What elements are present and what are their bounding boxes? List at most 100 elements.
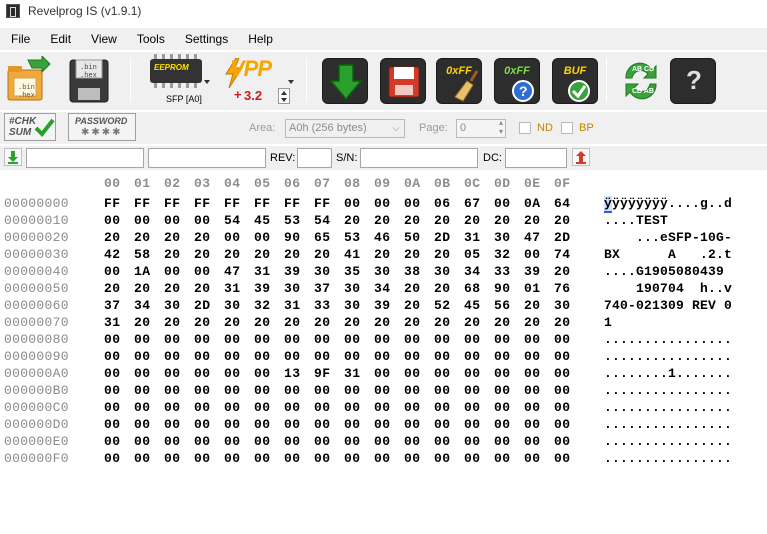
hex-byte[interactable]: 00 [164,451,181,466]
password-button[interactable]: PASSWORD ✱✱✱✱ [68,113,136,141]
hex-byte[interactable]: 9F [314,366,331,381]
hex-byte[interactable]: 20 [374,213,391,228]
hex-editor[interactable]: 00 01 02 03 04 05 06 07 08 09 0A 0B 0C 0D 0E 0F 0000000… [0,172,767,534]
hex-byte[interactable]: 00 [134,383,151,398]
hex-byte[interactable]: 00 [554,383,571,398]
hex-byte[interactable]: 00 [494,434,511,449]
hex-byte[interactable]: 20 [134,315,151,330]
hex-byte[interactable]: 00 [374,349,391,364]
hex-byte[interactable]: 00 [104,451,121,466]
hex-byte[interactable]: 32 [254,298,271,313]
hex-row-ascii[interactable]: ................ [604,451,732,466]
hex-byte[interactable]: 00 [554,417,571,432]
hex-byte[interactable]: 00 [134,366,151,381]
hex-byte[interactable]: 20 [194,230,211,245]
vpp-down-icon[interactable] [281,98,287,102]
blank-check-button[interactable]: 0xFF ? [494,58,540,104]
hex-byte[interactable]: 00 [464,417,481,432]
chip-dropdown-arrow-icon[interactable] [204,80,210,84]
hex-byte[interactable]: FF [284,196,301,211]
hex-byte[interactable]: 00 [254,434,271,449]
hex-byte[interactable]: 00 [464,434,481,449]
hex-byte[interactable]: 00 [314,451,331,466]
hex-byte[interactable]: 20 [284,315,301,330]
hex-byte[interactable]: 53 [284,213,301,228]
hex-byte[interactable]: 00 [524,417,541,432]
hex-byte[interactable]: 06 [434,196,451,211]
hex-byte[interactable]: 00 [464,383,481,398]
chip-selector[interactable]: EEPROM SFP [A0] [148,52,218,108]
hex-byte[interactable]: 20 [194,315,211,330]
hex-byte[interactable]: 00 [164,400,181,415]
page-spinner[interactable]: 0 ▴ ▾ [456,118,506,138]
hex-byte[interactable]: 00 [284,400,301,415]
hex-byte[interactable]: 00 [554,434,571,449]
hex-byte[interactable]: 00 [404,383,421,398]
verify-buffer-button[interactable]: BUF [552,58,598,104]
hex-byte[interactable]: 00 [374,451,391,466]
hex-byte[interactable]: 31 [104,315,121,330]
hex-byte[interactable]: 00 [224,383,241,398]
import-info-button[interactable] [4,148,22,166]
hex-byte[interactable]: 00 [494,451,511,466]
hex-byte[interactable]: 00 [164,417,181,432]
hex-byte[interactable]: 53 [344,230,361,245]
hex-byte[interactable]: 00 [194,417,211,432]
dc-field[interactable] [505,148,567,168]
hex-byte[interactable]: 20 [164,315,181,330]
hex-byte[interactable]: FF [194,196,211,211]
hex-byte[interactable]: 00 [254,230,271,245]
hex-byte[interactable]: 30 [344,281,361,296]
hex-row-ascii[interactable]: ................ [604,383,732,398]
hex-byte[interactable]: FF [104,196,121,211]
hex-byte[interactable]: 00 [374,434,391,449]
hex-byte[interactable]: 00 [224,400,241,415]
hex-byte[interactable]: 00 [134,332,151,347]
hex-byte[interactable]: 00 [554,332,571,347]
hex-byte[interactable]: 20 [524,315,541,330]
hex-byte[interactable]: 33 [314,298,331,313]
hex-byte[interactable]: 00 [104,383,121,398]
hex-byte[interactable]: 41 [344,247,361,262]
export-info-button[interactable] [572,148,590,166]
hex-byte[interactable]: 20 [164,230,181,245]
hex-byte[interactable]: 00 [134,417,151,432]
menu-edit[interactable]: Edit [40,28,81,50]
hex-byte[interactable]: 1A [134,264,151,279]
hex-byte[interactable]: 20 [164,247,181,262]
hex-byte[interactable]: 20 [494,315,511,330]
hex-byte[interactable]: 00 [104,417,121,432]
hex-byte[interactable]: 64 [554,196,571,211]
hex-byte[interactable]: 00 [344,383,361,398]
hex-byte[interactable]: 68 [464,281,481,296]
hex-byte[interactable]: 00 [464,400,481,415]
hex-row-ascii[interactable]: 1 [604,315,732,330]
hex-byte[interactable]: 00 [374,196,391,211]
nd-checkbox[interactable] [519,122,531,134]
hex-byte[interactable]: 47 [524,230,541,245]
hex-byte[interactable]: 00 [134,451,151,466]
hex-byte[interactable]: 56 [494,298,511,313]
info-field-1[interactable] [26,148,144,168]
hex-byte[interactable]: 00 [164,332,181,347]
hex-byte[interactable]: 90 [494,281,511,296]
hex-byte[interactable]: 00 [344,434,361,449]
hex-byte[interactable]: 00 [434,434,451,449]
hex-byte[interactable]: 34 [464,264,481,279]
hex-byte[interactable]: 00 [104,213,121,228]
hex-byte[interactable]: 00 [344,349,361,364]
hex-byte[interactable]: 20 [104,281,121,296]
hex-byte[interactable]: 00 [224,349,241,364]
hex-byte[interactable]: 00 [494,383,511,398]
hex-byte[interactable]: 39 [254,281,271,296]
hex-byte[interactable]: 30 [284,281,301,296]
hex-byte[interactable]: 00 [284,417,301,432]
vpp-spinner[interactable] [278,88,290,104]
hex-byte[interactable]: 20 [434,247,451,262]
hex-byte[interactable]: 00 [344,332,361,347]
hex-byte[interactable]: 00 [194,366,211,381]
hex-byte[interactable]: 30 [164,298,181,313]
hex-byte[interactable]: 20 [494,213,511,228]
hex-byte[interactable]: 58 [134,247,151,262]
swap-bytes-button[interactable]: AB CD CD AB [618,58,664,104]
